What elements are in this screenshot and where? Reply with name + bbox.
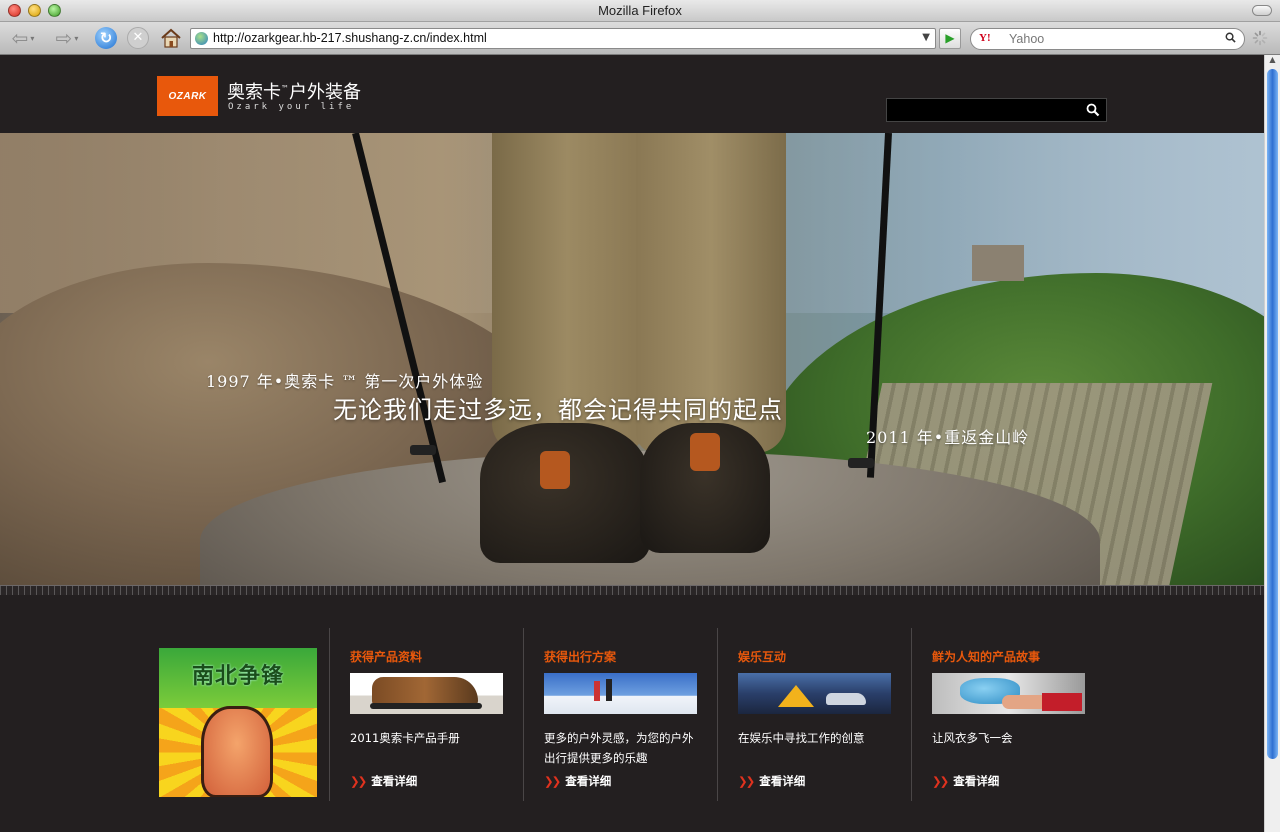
stop-button[interactable]: ✕ (127, 27, 149, 49)
brand-name-suffix: 户外装备 (289, 82, 361, 103)
hero-boot-accent (690, 433, 720, 471)
web-page: OZARK 奥索卡™户外装备 Ozark your life 1997 年•奥索… (0, 55, 1264, 832)
navigation-toolbar: ⇦ ▾ ⇨ ▾ ↻ ✕ http://ozarkgear.hb-217.shusha… (0, 22, 1280, 55)
view-details-label: 查看详细 (565, 774, 612, 788)
hero-caption-2011: 2011 年•重返金山岭 (866, 428, 1030, 447)
forward-history-dropdown-icon[interactable]: ▾ (74, 34, 78, 43)
site-search-input[interactable] (886, 98, 1107, 122)
hero-pole-basket (410, 445, 436, 455)
home-icon (161, 28, 181, 48)
feature-title[interactable]: 娱乐互动 (738, 648, 786, 665)
view-details-link[interactable]: ❯❯ 查看详细 (544, 773, 611, 789)
brand-tagline: Ozark your life (228, 102, 355, 112)
loading-spinner-icon (1252, 30, 1268, 46)
view-details-label: 查看详细 (759, 774, 806, 788)
feature-section: 南北争锋 获得产品资料 2011奥索卡产品手册 ❯❯ 查看详细 获得出行方案 更多… (0, 595, 1264, 832)
hero-hiking-boot (480, 423, 650, 563)
site-header: OZARK 奥索卡™户外装备 Ozark your life (0, 55, 1264, 133)
vertical-scrollbar[interactable]: ▲ (1264, 55, 1280, 832)
feature-image-jacket[interactable] (932, 673, 1085, 714)
feature-description: 在娱乐中寻找工作的创意 (738, 731, 865, 745)
search-placeholder[interactable]: Yahoo (1009, 32, 1044, 46)
stop-icon: ✕ (132, 30, 144, 45)
address-bar-url[interactable]: http://ozarkgear.hb-217.shushang-z.cn/in… (213, 31, 487, 45)
feature-description: 更多的户外灵感，为您的户外出行提供更多的乐趣 (544, 731, 694, 765)
hero-boot-accent (540, 451, 570, 489)
home-button[interactable] (159, 26, 183, 50)
double-chevron-right-icon: ❯❯ (738, 774, 755, 788)
feature-title[interactable]: 获得出行方案 (544, 648, 616, 665)
feature-description: 让风衣多飞一会 (932, 731, 1013, 745)
feature-image-climbers[interactable] (544, 673, 697, 714)
hero-slogan: 无论我们走过多远，都会记得共同的起点 (333, 396, 783, 424)
double-chevron-right-icon: ❯❯ (932, 774, 949, 788)
back-history-dropdown-icon[interactable]: ▾ (30, 34, 34, 43)
browser-search-bar[interactable]: Y! Yahoo (970, 28, 1245, 50)
double-chevron-right-icon: ❯❯ (350, 774, 367, 788)
forward-arrow-icon: ⇨ (55, 26, 73, 50)
feature-description: 2011奥索卡产品手册 (350, 731, 460, 745)
site-search-icon[interactable] (1086, 103, 1100, 117)
promo-title: 南北争锋 (191, 664, 284, 689)
site-logo[interactable]: OZARK (157, 76, 218, 116)
hero-banner[interactable]: 1997 年•奥索卡 ™ 第一次户外体验 无论我们走过多远，都会记得共同的起点 … (0, 133, 1264, 585)
column-divider (523, 628, 524, 801)
hero-watchtower (972, 245, 1024, 281)
hero-caption-1997: 1997 年•奥索卡 ™ 第一次户外体验 (206, 372, 484, 391)
view-details-link[interactable]: ❯❯ 查看详细 (350, 773, 417, 789)
address-bar[interactable]: http://ozarkgear.hb-217.shushang-z.cn/in… (190, 28, 936, 49)
window-titlebar: Mozilla Firefox (0, 0, 1280, 22)
view-details-label: 查看详细 (953, 774, 1000, 788)
search-icon[interactable] (1225, 32, 1236, 43)
feature-image-tent[interactable] (738, 673, 891, 714)
column-divider (717, 628, 718, 801)
double-chevron-right-icon: ❯❯ (544, 774, 561, 788)
column-divider (329, 628, 330, 801)
go-button[interactable]: ▶ (939, 28, 961, 49)
go-arrow-icon: ▶ (945, 31, 955, 45)
brand-name[interactable]: 奥索卡™户外装备 (227, 78, 361, 104)
reload-button[interactable]: ↻ (95, 27, 117, 49)
view-details-link[interactable]: ❯❯ 查看详细 (738, 773, 805, 789)
feature-title[interactable]: 获得产品资料 (350, 648, 422, 665)
toolbar-toggle-button[interactable] (1252, 5, 1272, 16)
view-details-link[interactable]: ❯❯ 查看详细 (932, 773, 999, 789)
site-identity-globe-icon[interactable] (195, 32, 208, 45)
reload-icon: ↻ (99, 29, 113, 47)
scroll-up-icon[interactable]: ▲ (1265, 55, 1280, 67)
feature-image-boot[interactable] (350, 673, 503, 714)
feature-title[interactable]: 鲜为人知的产品故事 (932, 648, 1040, 665)
forward-button[interactable]: ⇨ ▾ (48, 26, 86, 50)
column-divider (911, 628, 912, 801)
logo-text: OZARK (168, 90, 207, 102)
brand-name-main: 奥索卡 (227, 82, 281, 103)
search-engine-icon[interactable]: Y! (979, 32, 991, 44)
back-button[interactable]: ⇦ ▾ (4, 26, 42, 50)
view-details-label: 查看详细 (371, 774, 418, 788)
brand-trademark: ™ (281, 84, 289, 93)
address-history-dropdown-icon[interactable]: ▼ (922, 32, 930, 43)
back-arrow-icon: ⇦ (11, 26, 29, 50)
fist-icon (201, 706, 273, 797)
scrollbar-thumb[interactable] (1267, 69, 1278, 759)
promo-banner[interactable]: 南北争锋 (159, 648, 317, 797)
hero-pole-basket (848, 458, 874, 468)
window-title: Mozilla Firefox (598, 3, 682, 18)
